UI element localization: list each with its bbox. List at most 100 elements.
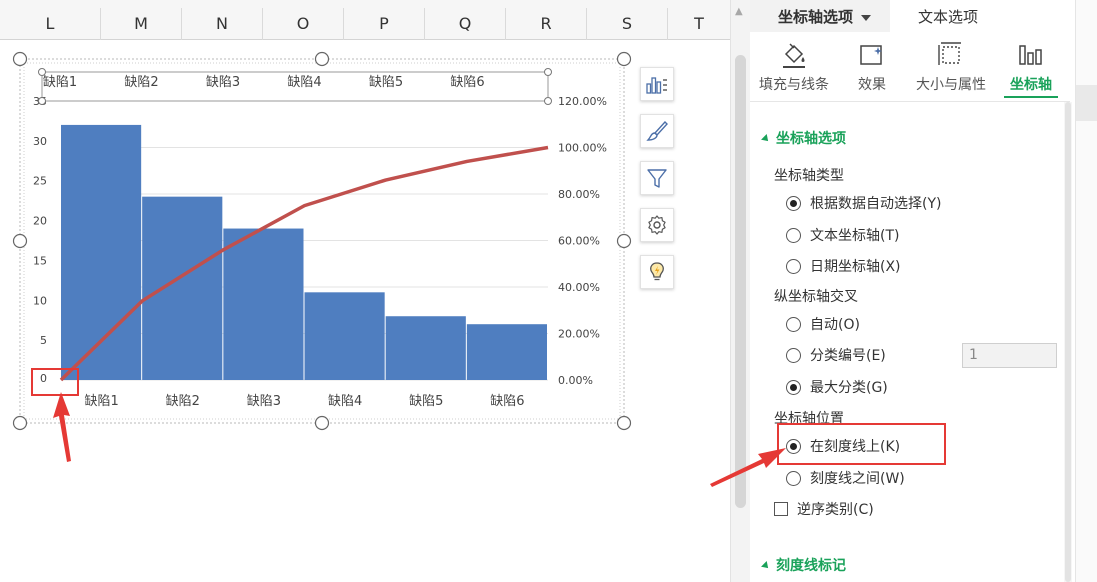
tab-axis-options[interactable]: 坐标轴选项 — [778, 6, 872, 27]
top-axis-label: 缺陷5 — [369, 75, 403, 90]
chart-resize-handle[interactable] — [616, 415, 632, 431]
effects-icon — [860, 45, 882, 65]
subtab-size-properties[interactable]: 大小与属性 — [912, 40, 990, 102]
y2-tick-label: 120.00% — [558, 95, 607, 108]
column-header-row: L M N O P Q R S T — [0, 8, 730, 40]
tab-axis-options-label: 坐标轴选项 — [778, 8, 854, 26]
subtab-effects-label: 效果 — [858, 77, 886, 93]
y2-tick-label: 80.00% — [558, 188, 600, 201]
radio-category-number[interactable]: 分类编号(E) — [786, 345, 886, 365]
section-axis-options[interactable]: 坐标轴选项 — [761, 128, 846, 148]
radio-max-category-label: 最大分类(G) — [810, 380, 888, 396]
radio-button[interactable] — [786, 258, 801, 274]
y2-tick-label: 100.00% — [558, 142, 607, 155]
y2-tick-label: 20.00% — [558, 328, 600, 341]
column-header-r[interactable]: R — [506, 8, 587, 40]
collapse-triangle-icon — [761, 134, 771, 144]
radio-text-axis[interactable]: 文本坐标轴(T) — [786, 225, 899, 245]
y-tick-label: 20 — [33, 215, 47, 228]
y2-tick-label: 0.00% — [558, 374, 593, 387]
scroll-up-icon[interactable]: ▲ — [735, 6, 743, 17]
chart-canvas[interactable]: 051015202530350.00%20.00%40.00%60.00%80.… — [12, 51, 632, 431]
chart-resize-handle[interactable] — [314, 415, 330, 431]
chart-filter-button[interactable] — [640, 161, 674, 195]
radio-cross-auto-label: 自动(O) — [810, 317, 860, 333]
radio-button-checked[interactable] — [786, 195, 801, 211]
radio-button[interactable] — [786, 347, 801, 363]
y-tick-label: 30 — [33, 135, 47, 148]
chart-quick-idea-button[interactable] — [640, 255, 674, 289]
column-header-m[interactable]: M — [101, 8, 182, 40]
chevron-down-icon[interactable] — [861, 14, 872, 21]
collapse-triangle-icon — [761, 561, 771, 571]
pareto-chart[interactable]: 051015202530350.00%20.00%40.00%60.00%80.… — [12, 51, 632, 431]
radio-auto-select[interactable]: 根据数据自动选择(Y) — [786, 193, 941, 213]
checkbox-reverse-categories[interactable]: 逆序类别(C) — [774, 499, 874, 519]
y-tick-label: 15 — [33, 254, 47, 267]
chart-resize-handle[interactable] — [616, 233, 632, 249]
side-toolbar-strip — [1075, 0, 1097, 582]
column-header-o[interactable]: O — [263, 8, 344, 40]
top-axis-label: 缺陷2 — [124, 75, 158, 90]
x-tick-label: 缺陷1 — [84, 394, 118, 409]
checkbox-reverse-categories-label: 逆序类别(C) — [797, 502, 874, 518]
tab-text-options[interactable]: 文本选项 — [918, 6, 978, 27]
column-header-n[interactable]: N — [182, 8, 263, 40]
subtab-size-properties-label: 大小与属性 — [916, 77, 986, 93]
radio-button[interactable] — [786, 316, 801, 332]
column-header-p[interactable]: P — [344, 8, 425, 40]
bar — [466, 324, 547, 380]
radio-button[interactable] — [786, 227, 801, 243]
chart-resize-handle[interactable] — [314, 51, 330, 67]
chart-resize-handle[interactable] — [12, 51, 28, 67]
subtab-fill-line-label: 填充与线条 — [759, 77, 829, 93]
chart-elements-button[interactable] — [640, 67, 674, 101]
radio-max-category[interactable]: 最大分类(G) — [786, 377, 888, 397]
bar — [304, 292, 385, 380]
chart-resize-handle[interactable] — [616, 51, 632, 67]
subtab-axis[interactable]: 坐标轴 — [994, 40, 1068, 102]
annotation-arrow-right — [710, 448, 786, 487]
chart-settings-button[interactable] — [640, 208, 674, 242]
chart-tools — [640, 67, 674, 302]
column-header-l[interactable]: L — [0, 8, 101, 40]
pane-scrollbar[interactable] — [1064, 102, 1072, 582]
top-axis-label: 缺陷3 — [206, 75, 240, 90]
spreadsheet-area[interactable]: L M N O P Q R S T 051015202530350.00%20.… — [0, 0, 730, 582]
axis-handle — [544, 97, 552, 105]
bar — [385, 316, 466, 380]
radio-between-tick-marks[interactable]: 刻度线之间(W) — [786, 468, 905, 488]
annotation-option-box — [777, 423, 946, 465]
top-axis-label: 缺陷6 — [450, 75, 484, 90]
axis-type-label: 坐标轴类型 — [774, 168, 844, 184]
section-axis-options-label: 坐标轴选项 — [776, 131, 846, 147]
column-header-s[interactable]: S — [587, 8, 668, 40]
radio-between-tick-marks-label: 刻度线之间(W) — [810, 471, 905, 487]
side-toolbar-selected[interactable] — [1076, 85, 1097, 121]
radio-button[interactable] — [786, 470, 801, 486]
pane-scroll-thumb[interactable] — [1065, 102, 1071, 582]
radio-cross-auto[interactable]: 自动(O) — [786, 314, 860, 334]
section-tick-marks[interactable]: 刻度线标记 — [761, 555, 846, 575]
chart-resize-handle[interactable] — [12, 233, 28, 249]
bar — [223, 228, 304, 380]
y2-tick-label: 60.00% — [558, 235, 600, 248]
column-header-q[interactable]: Q — [425, 8, 506, 40]
radio-button-checked[interactable] — [786, 379, 801, 395]
pane-subtabs: 填充与线条 效果 大小与属性 坐标轴 — [750, 32, 1075, 102]
cross-label: 纵坐标轴交叉 — [774, 289, 858, 305]
x-tick-label: 缺陷4 — [328, 394, 362, 409]
checkbox-box[interactable] — [774, 502, 788, 516]
subtab-effects[interactable]: 效果 — [832, 40, 912, 102]
sheet-vertical-scrollbar[interactable]: ▲ — [730, 0, 750, 582]
chart-style-icon — [646, 120, 668, 141]
column-header-t[interactable]: T — [668, 8, 730, 40]
chart-resize-handle[interactable] — [12, 415, 28, 431]
chart-style-button[interactable] — [640, 114, 674, 148]
axis-bars-icon — [1019, 45, 1042, 65]
category-number-input[interactable]: 1 — [962, 343, 1057, 368]
subtab-fill-line[interactable]: 填充与线条 — [754, 40, 834, 102]
size-properties-icon — [938, 42, 961, 65]
chart-settings-icon — [648, 215, 666, 235]
radio-date-axis[interactable]: 日期坐标轴(X) — [786, 256, 901, 276]
